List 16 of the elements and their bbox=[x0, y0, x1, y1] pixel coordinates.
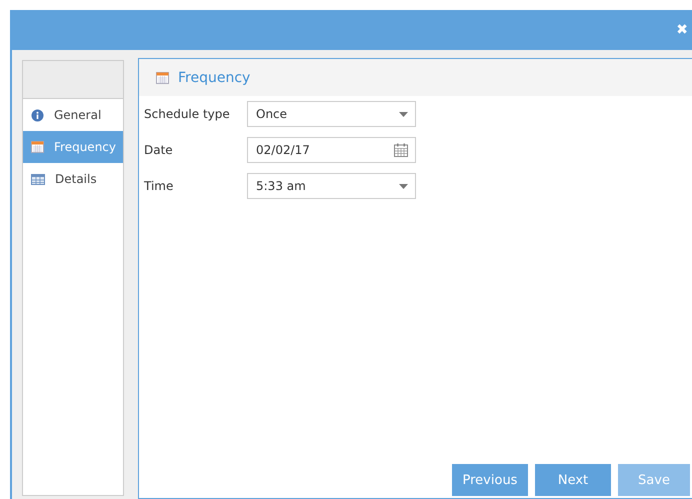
sidebar-item[interactable]: Details bbox=[23, 163, 123, 195]
field-label: Date bbox=[144, 143, 174, 157]
date-field[interactable]: 02/02/17 bbox=[247, 137, 416, 163]
field-label: Time bbox=[144, 179, 174, 193]
field-label: Schedule type bbox=[144, 107, 231, 121]
dropdown-field[interactable]: Once bbox=[247, 101, 416, 127]
sidebar-item[interactable]: General bbox=[23, 99, 123, 131]
calendar-icon bbox=[156, 72, 169, 84]
table-icon bbox=[31, 174, 45, 184]
caret-icon bbox=[399, 112, 408, 116]
panel-title: Frequency bbox=[178, 70, 250, 86]
calendar-icon bbox=[31, 141, 44, 153]
calendar-icon bbox=[394, 143, 408, 157]
dropdown-field[interactable]: 5:33 am bbox=[247, 173, 416, 199]
caret-icon bbox=[399, 184, 408, 188]
info-icon bbox=[31, 108, 44, 122]
